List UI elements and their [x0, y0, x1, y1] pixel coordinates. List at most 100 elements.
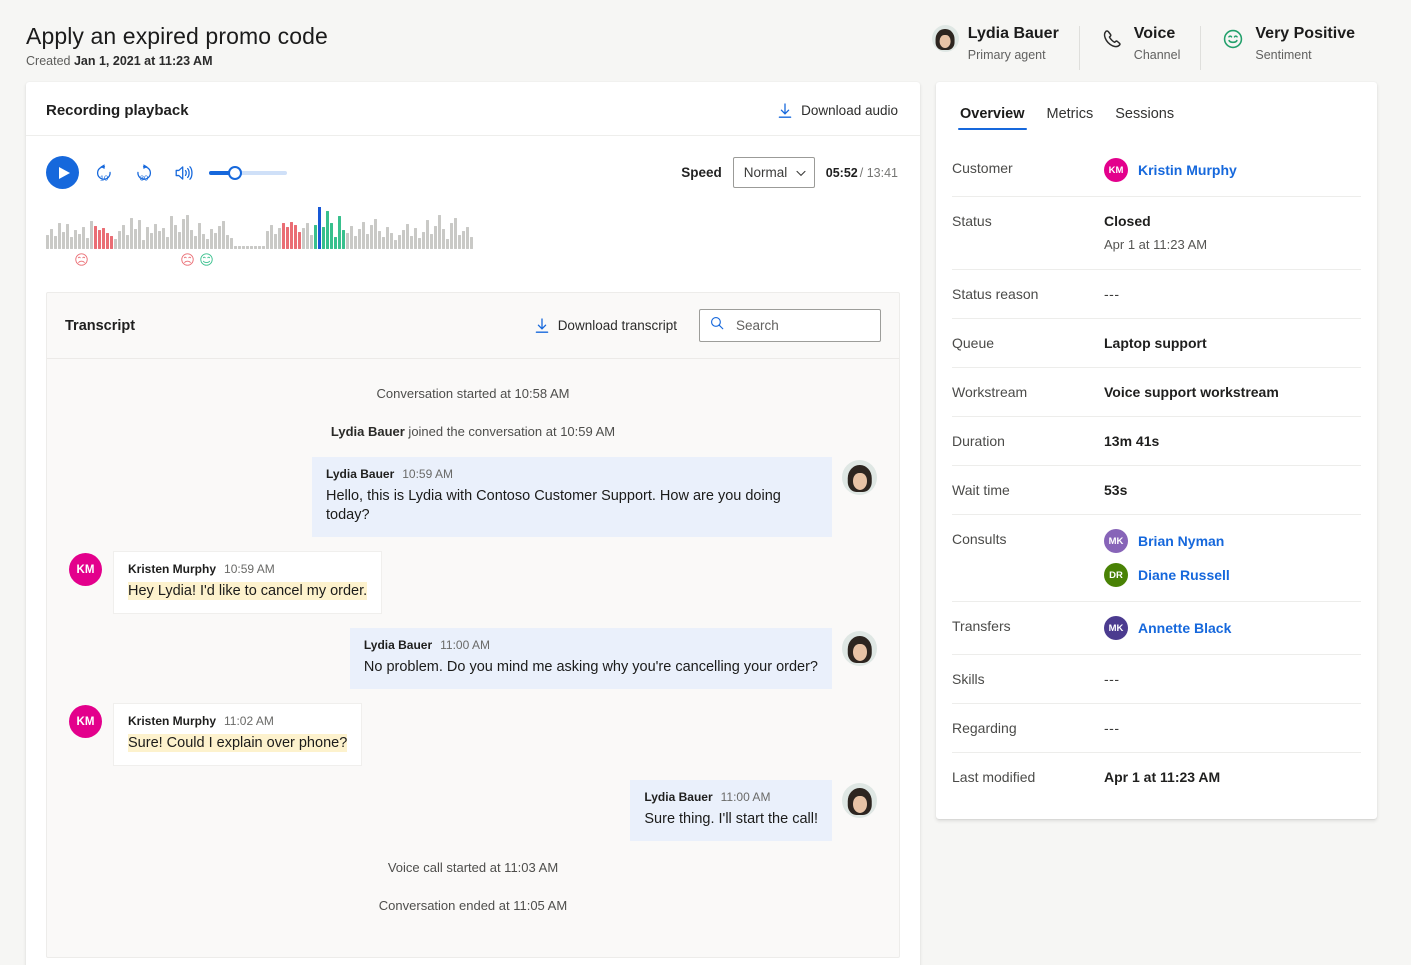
- waveform-bar: [82, 227, 85, 249]
- speed-label: Speed: [681, 165, 722, 180]
- tab-overview[interactable]: Overview: [952, 98, 1033, 134]
- message-meta: Lydia Bauer11:00 AM: [364, 638, 818, 652]
- search-input[interactable]: [734, 317, 870, 334]
- waveform-bar: [194, 236, 197, 249]
- customer-avatar: KM: [69, 705, 102, 738]
- message-text-wrap: Hello, this is Lydia with Contoso Custom…: [326, 487, 818, 525]
- download-audio-button[interactable]: Download audio: [778, 103, 898, 119]
- message-author: Lydia Bauer: [326, 467, 394, 481]
- message-time: 11:00 AM: [440, 638, 490, 652]
- sentiment-positive-marker-icon: [199, 252, 214, 267]
- waveform-bar: [402, 230, 405, 249]
- person-link-row[interactable]: MKAnnette Black: [1104, 616, 1231, 640]
- header-item-sentiment: Very Positive Sentiment: [1200, 24, 1375, 62]
- waveform-bar: [162, 228, 165, 249]
- volume-slider[interactable]: [209, 165, 287, 181]
- person-link-row[interactable]: DRDiane Russell: [1104, 563, 1230, 587]
- created-value: Jan 1, 2021 at 11:23 AM: [74, 54, 213, 68]
- waveform-bar: [450, 223, 453, 249]
- message-text: Sure! Could I explain over phone?: [128, 734, 347, 752]
- waveform-bar: [342, 230, 345, 249]
- transcript-message: Lydia Bauer10:59 AM Hello, this is Lydia …: [69, 457, 877, 537]
- header-summary-items: Lydia Bauer Primary agent Voice Channel: [912, 18, 1375, 62]
- waveform-bar: [254, 246, 257, 249]
- detail-row: CustomerKMKristin Murphy: [952, 144, 1361, 197]
- waveform-bar: [314, 225, 317, 249]
- waveform-bar: [306, 223, 309, 249]
- waveform-bar: [166, 237, 169, 249]
- detail-row: ConsultsMKBrian NymanDRDiane Russell: [952, 515, 1361, 602]
- play-icon[interactable]: [46, 156, 79, 189]
- message-text-wrap: Hey Lydia! I'd like to cancel my order.: [128, 582, 367, 601]
- detail-label: Status reason: [952, 284, 1104, 304]
- detail-label: Customer: [952, 158, 1104, 178]
- message-text-wrap: No problem. Do you mind me asking why yo…: [364, 658, 818, 677]
- waveform-container[interactable]: [26, 197, 920, 278]
- detail-row: Duration13m 41s: [952, 417, 1361, 466]
- person-link-row[interactable]: MKBrian Nyman: [1104, 529, 1230, 553]
- waveform-bar: [174, 225, 177, 249]
- message-bubble: Lydia Bauer11:00 AM No problem. Do you mi…: [350, 628, 832, 689]
- chevron-down-icon: [796, 165, 806, 180]
- waveform-bar: [154, 224, 157, 249]
- waveform-bar: [226, 235, 229, 249]
- waveform-bar: [394, 240, 397, 249]
- waveform-bar: [430, 234, 433, 249]
- detail-label: Status: [952, 211, 1104, 231]
- forward-30-icon[interactable]: 30: [129, 158, 159, 188]
- download-transcript-button[interactable]: Download transcript: [535, 318, 677, 334]
- detail-label: Wait time: [952, 480, 1104, 500]
- tab-metrics[interactable]: Metrics: [1039, 98, 1102, 134]
- download-audio-label: Download audio: [801, 103, 898, 118]
- detail-value: Laptop support: [1104, 333, 1207, 353]
- rewind-10-icon[interactable]: 10: [89, 158, 119, 188]
- details-tabs: OverviewMetricsSessions: [936, 82, 1377, 134]
- transcript-search[interactable]: [699, 309, 881, 342]
- waveform-bar: [322, 227, 325, 249]
- system-line-text: joined the conversation at 10:59 AM: [405, 424, 615, 439]
- player-right-controls: Speed Normal 05:52/ 13:41: [681, 157, 898, 188]
- sentiment-negative-marker-icon: [180, 252, 195, 267]
- waveform-bar: [442, 229, 445, 249]
- waveform-bar: [258, 246, 261, 249]
- detail-subvalue: Apr 1 at 11:23 AM: [1104, 235, 1207, 255]
- transcript-messages: Conversation started at 10:58 AMLydia Ba…: [47, 359, 899, 957]
- detail-row: Skills---: [952, 655, 1361, 704]
- message-meta: Lydia Bauer10:59 AM: [326, 467, 818, 481]
- waveform-bar: [90, 221, 93, 249]
- waveform-playhead[interactable]: [318, 207, 321, 249]
- person-name-link[interactable]: Diane Russell: [1138, 567, 1230, 583]
- agent-avatar: [842, 459, 877, 495]
- download-icon: [535, 318, 549, 334]
- waveform-bar: [66, 224, 69, 249]
- detail-label: Transfers: [952, 616, 1104, 636]
- detail-label: Queue: [952, 333, 1104, 353]
- transcript-header: Transcript Download transcript: [47, 293, 899, 359]
- waveform-bar: [146, 227, 149, 249]
- waveform-bar: [178, 232, 181, 249]
- waveform[interactable]: [46, 203, 900, 249]
- transcript-message: Lydia Bauer11:00 AM No problem. Do you mi…: [69, 628, 877, 689]
- waveform-bar: [114, 239, 117, 249]
- volume-thumb[interactable]: [228, 166, 242, 180]
- waveform-bar: [186, 215, 189, 249]
- message-text: Sure thing. I'll start the call!: [644, 811, 818, 827]
- message-bubble: Kristen Murphy10:59 AMHey Lydia! I'd lik…: [113, 551, 382, 614]
- waveform-bar: [290, 222, 293, 249]
- transcript-system-line: Voice call started at 11:03 AM: [69, 855, 877, 893]
- message-text: Hey Lydia! I'd like to cancel my order.: [128, 582, 367, 600]
- speed-select[interactable]: Normal: [733, 157, 815, 188]
- waveform-bar: [158, 231, 161, 249]
- detail-value: ClosedApr 1 at 11:23 AM: [1104, 211, 1207, 255]
- person-name-link[interactable]: Brian Nyman: [1138, 533, 1224, 549]
- waveform-bar: [462, 231, 465, 249]
- tab-sessions[interactable]: Sessions: [1107, 98, 1182, 134]
- message-bubble: Kristen Murphy11:02 AMSure! Could I expl…: [113, 703, 362, 766]
- message-text-wrap: Sure! Could I explain over phone?: [128, 734, 347, 753]
- transcript-message: KMKristen Murphy10:59 AMHey Lydia! I'd l…: [69, 551, 877, 614]
- person-name-link[interactable]: Annette Black: [1138, 620, 1231, 636]
- person-name-link[interactable]: Kristin Murphy: [1138, 162, 1237, 178]
- volume-icon[interactable]: [169, 158, 199, 188]
- person-link-row[interactable]: KMKristin Murphy: [1104, 158, 1237, 182]
- download-transcript-label: Download transcript: [558, 318, 677, 333]
